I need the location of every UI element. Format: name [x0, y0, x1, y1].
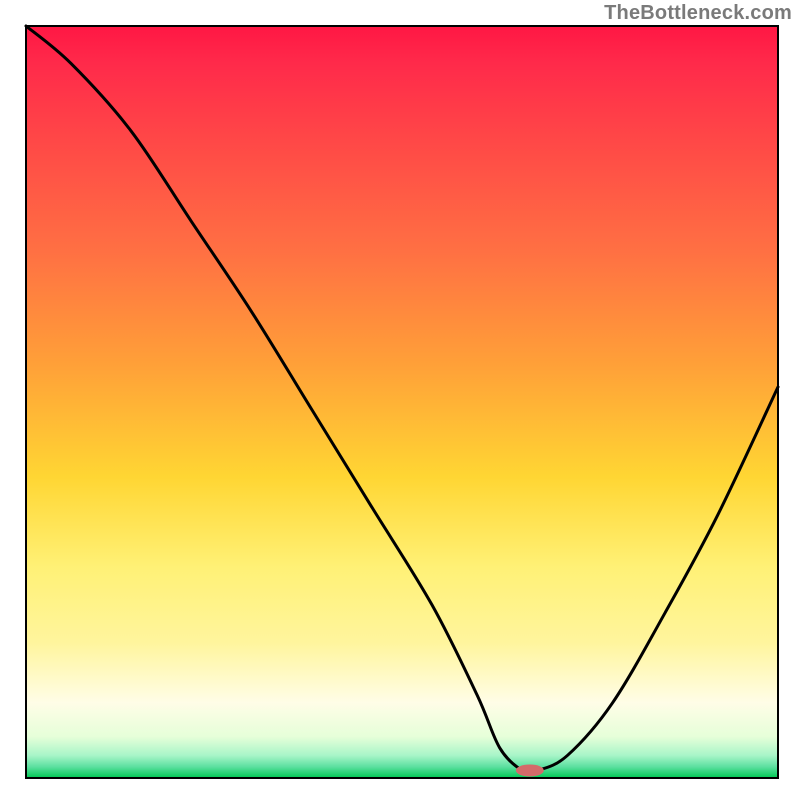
- chart-container: TheBottleneck.com: [0, 0, 800, 800]
- plot-background: [26, 26, 778, 778]
- optimal-marker: [516, 764, 544, 776]
- watermark-text: TheBottleneck.com: [604, 2, 792, 25]
- bottleneck-chart: [0, 0, 800, 800]
